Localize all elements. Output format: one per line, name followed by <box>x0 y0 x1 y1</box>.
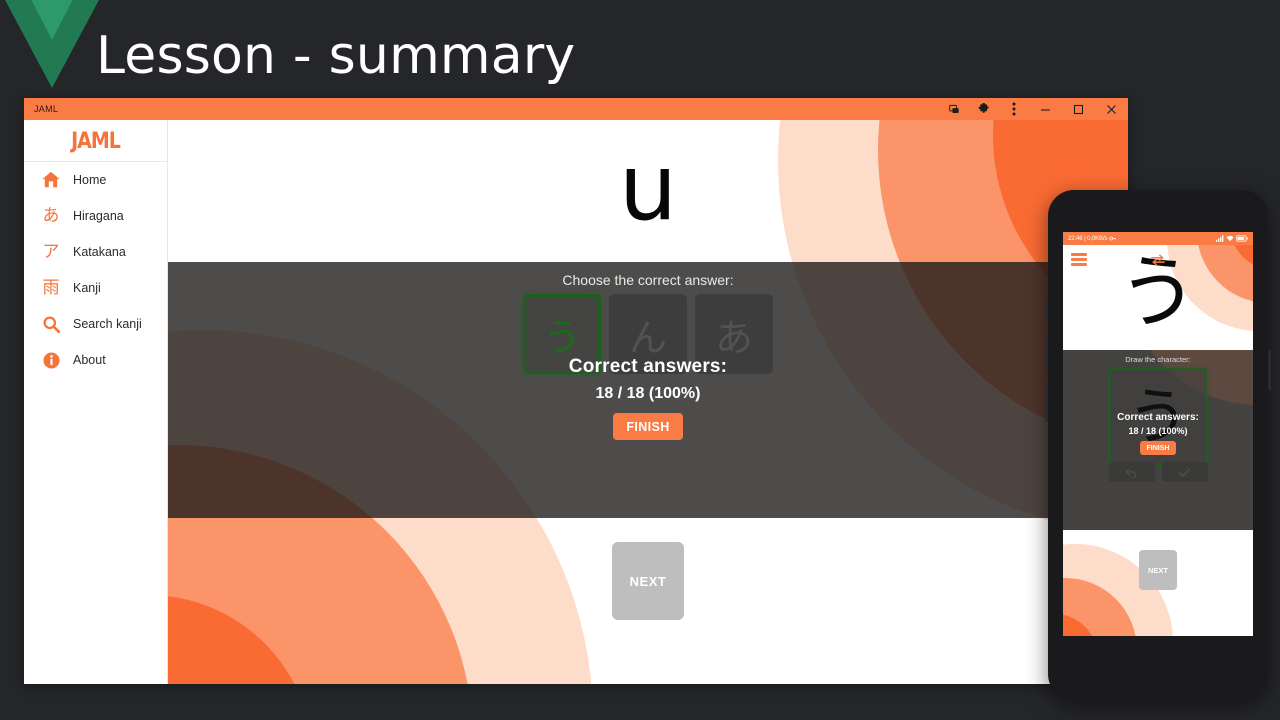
next-button[interactable]: NEXT <box>612 542 684 620</box>
wifi-icon <box>1226 235 1234 242</box>
more-menu-icon[interactable] <box>999 98 1029 120</box>
katakana-glyph: ア <box>42 241 60 262</box>
sidebar: JAML Home あ Hiragana ア Katakana 雨 Kanji … <box>24 120 168 684</box>
kanji-icon: 雨 <box>40 277 62 299</box>
phone-button-right <box>1268 350 1271 390</box>
correct-answers-score: 18 / 18 (100%) <box>595 385 701 402</box>
sidebar-item-hiragana[interactable]: あ Hiragana <box>24 198 167 234</box>
slide-canvas: Lesson - summary JAML JAML Home あ Hiraga… <box>0 0 1280 720</box>
phone-mockup: 22:46 | 0,0KB/s う Draw the character: う … <box>1045 190 1271 700</box>
prompt-zone: u <box>168 120 1128 262</box>
sidebar-item-label: About <box>73 353 106 367</box>
finish-button[interactable]: FINISH <box>613 413 683 440</box>
window-titlebar: JAML <box>24 98 1128 120</box>
sidebar-item-home[interactable]: Home <box>24 162 167 198</box>
sidebar-item-label: Home <box>73 173 107 187</box>
summary-overlay: Correct answers: 18 / 18 (100%) FINISH <box>168 356 1128 440</box>
hiragana-glyph: あ <box>42 205 60 226</box>
signal-icon <box>1216 235 1224 242</box>
phone-button-volume-down <box>1045 386 1048 422</box>
phone-next-button[interactable]: NEXT <box>1139 550 1177 590</box>
maximize-icon[interactable] <box>1062 98 1095 120</box>
sidebar-item-label: Katakana <box>73 245 126 259</box>
phone-screen: 22:46 | 0,0KB/s う Draw the character: う … <box>1063 232 1253 636</box>
sidebar-item-label: Kanji <box>73 281 101 295</box>
sidebar-item-label: Hiragana <box>73 209 124 223</box>
phone-correct-answers-label: Correct answers: <box>1117 412 1199 423</box>
phone-finish-button[interactable]: FINISH <box>1139 441 1177 455</box>
hiragana-icon: あ <box>40 205 62 227</box>
phone-prompt-area: う <box>1063 245 1253 350</box>
page-title: Lesson - summary <box>96 26 576 86</box>
extensions-puzzle-icon[interactable] <box>969 98 999 120</box>
phone-button-power <box>1045 298 1048 320</box>
phone-draw-tools <box>1063 462 1253 482</box>
phone-button-volume-up <box>1045 338 1048 374</box>
app-logo-text: JAML <box>71 127 121 154</box>
undo-icon[interactable] <box>1108 462 1155 482</box>
sidebar-item-kanji[interactable]: 雨 Kanji <box>24 270 167 306</box>
minimize-icon[interactable] <box>1029 98 1062 120</box>
app-logo[interactable]: JAML <box>24 120 167 162</box>
info-icon <box>40 349 62 371</box>
swap-horizontal-icon[interactable] <box>1151 252 1165 270</box>
sidebar-item-about[interactable]: About <box>24 342 167 378</box>
hamburger-menu-icon[interactable] <box>1071 253 1087 268</box>
phone-status-left: 22:46 | 0,0KB/s <box>1068 235 1117 242</box>
phone-bottom-area: NEXT <box>1063 530 1253 636</box>
sidebar-item-label: Search kanji <box>73 317 142 331</box>
search-icon <box>40 313 62 335</box>
window-title: JAML <box>34 104 59 114</box>
sidebar-item-search-kanji[interactable]: Search kanji <box>24 306 167 342</box>
app-window: JAML JAML Home あ Hiragana ア Katakana 雨 K… <box>24 98 1128 684</box>
home-icon <box>40 169 62 191</box>
check-icon[interactable] <box>1161 462 1208 482</box>
phone-status-time: 22:46 | 0,0KB/s <box>1068 235 1108 242</box>
app-body: JAML Home あ Hiragana ア Katakana 雨 Kanji … <box>24 120 1128 684</box>
phone-draw-label: Draw the character: <box>1125 355 1191 364</box>
lesson-content: u Choose the correct answer: う ん あ Corre… <box>168 120 1128 684</box>
sidebar-item-katakana[interactable]: ア Katakana <box>24 234 167 270</box>
correct-answers-label: Correct answers: <box>568 356 728 377</box>
phone-status-right <box>1216 235 1248 242</box>
choose-answer-label: Choose the correct answer: <box>562 272 734 288</box>
phone-summary-overlay: Correct answers: 18 / 18 (100%) FINISH <box>1063 412 1253 455</box>
katakana-icon: ア <box>40 241 62 263</box>
vpn-key-icon <box>1109 236 1117 241</box>
close-icon[interactable] <box>1095 98 1128 120</box>
prompt-character: u <box>618 134 678 241</box>
kanji-glyph: 雨 <box>42 277 60 298</box>
phone-status-bar: 22:46 | 0,0KB/s <box>1063 232 1253 245</box>
phone-correct-answers-score: 18 / 18 (100%) <box>1128 426 1188 436</box>
window-controls <box>939 98 1128 120</box>
battery-icon <box>1236 235 1248 242</box>
phone-draw-area: Draw the character: う Correct answers: 1… <box>1063 350 1253 530</box>
cast-icon[interactable] <box>939 98 969 120</box>
